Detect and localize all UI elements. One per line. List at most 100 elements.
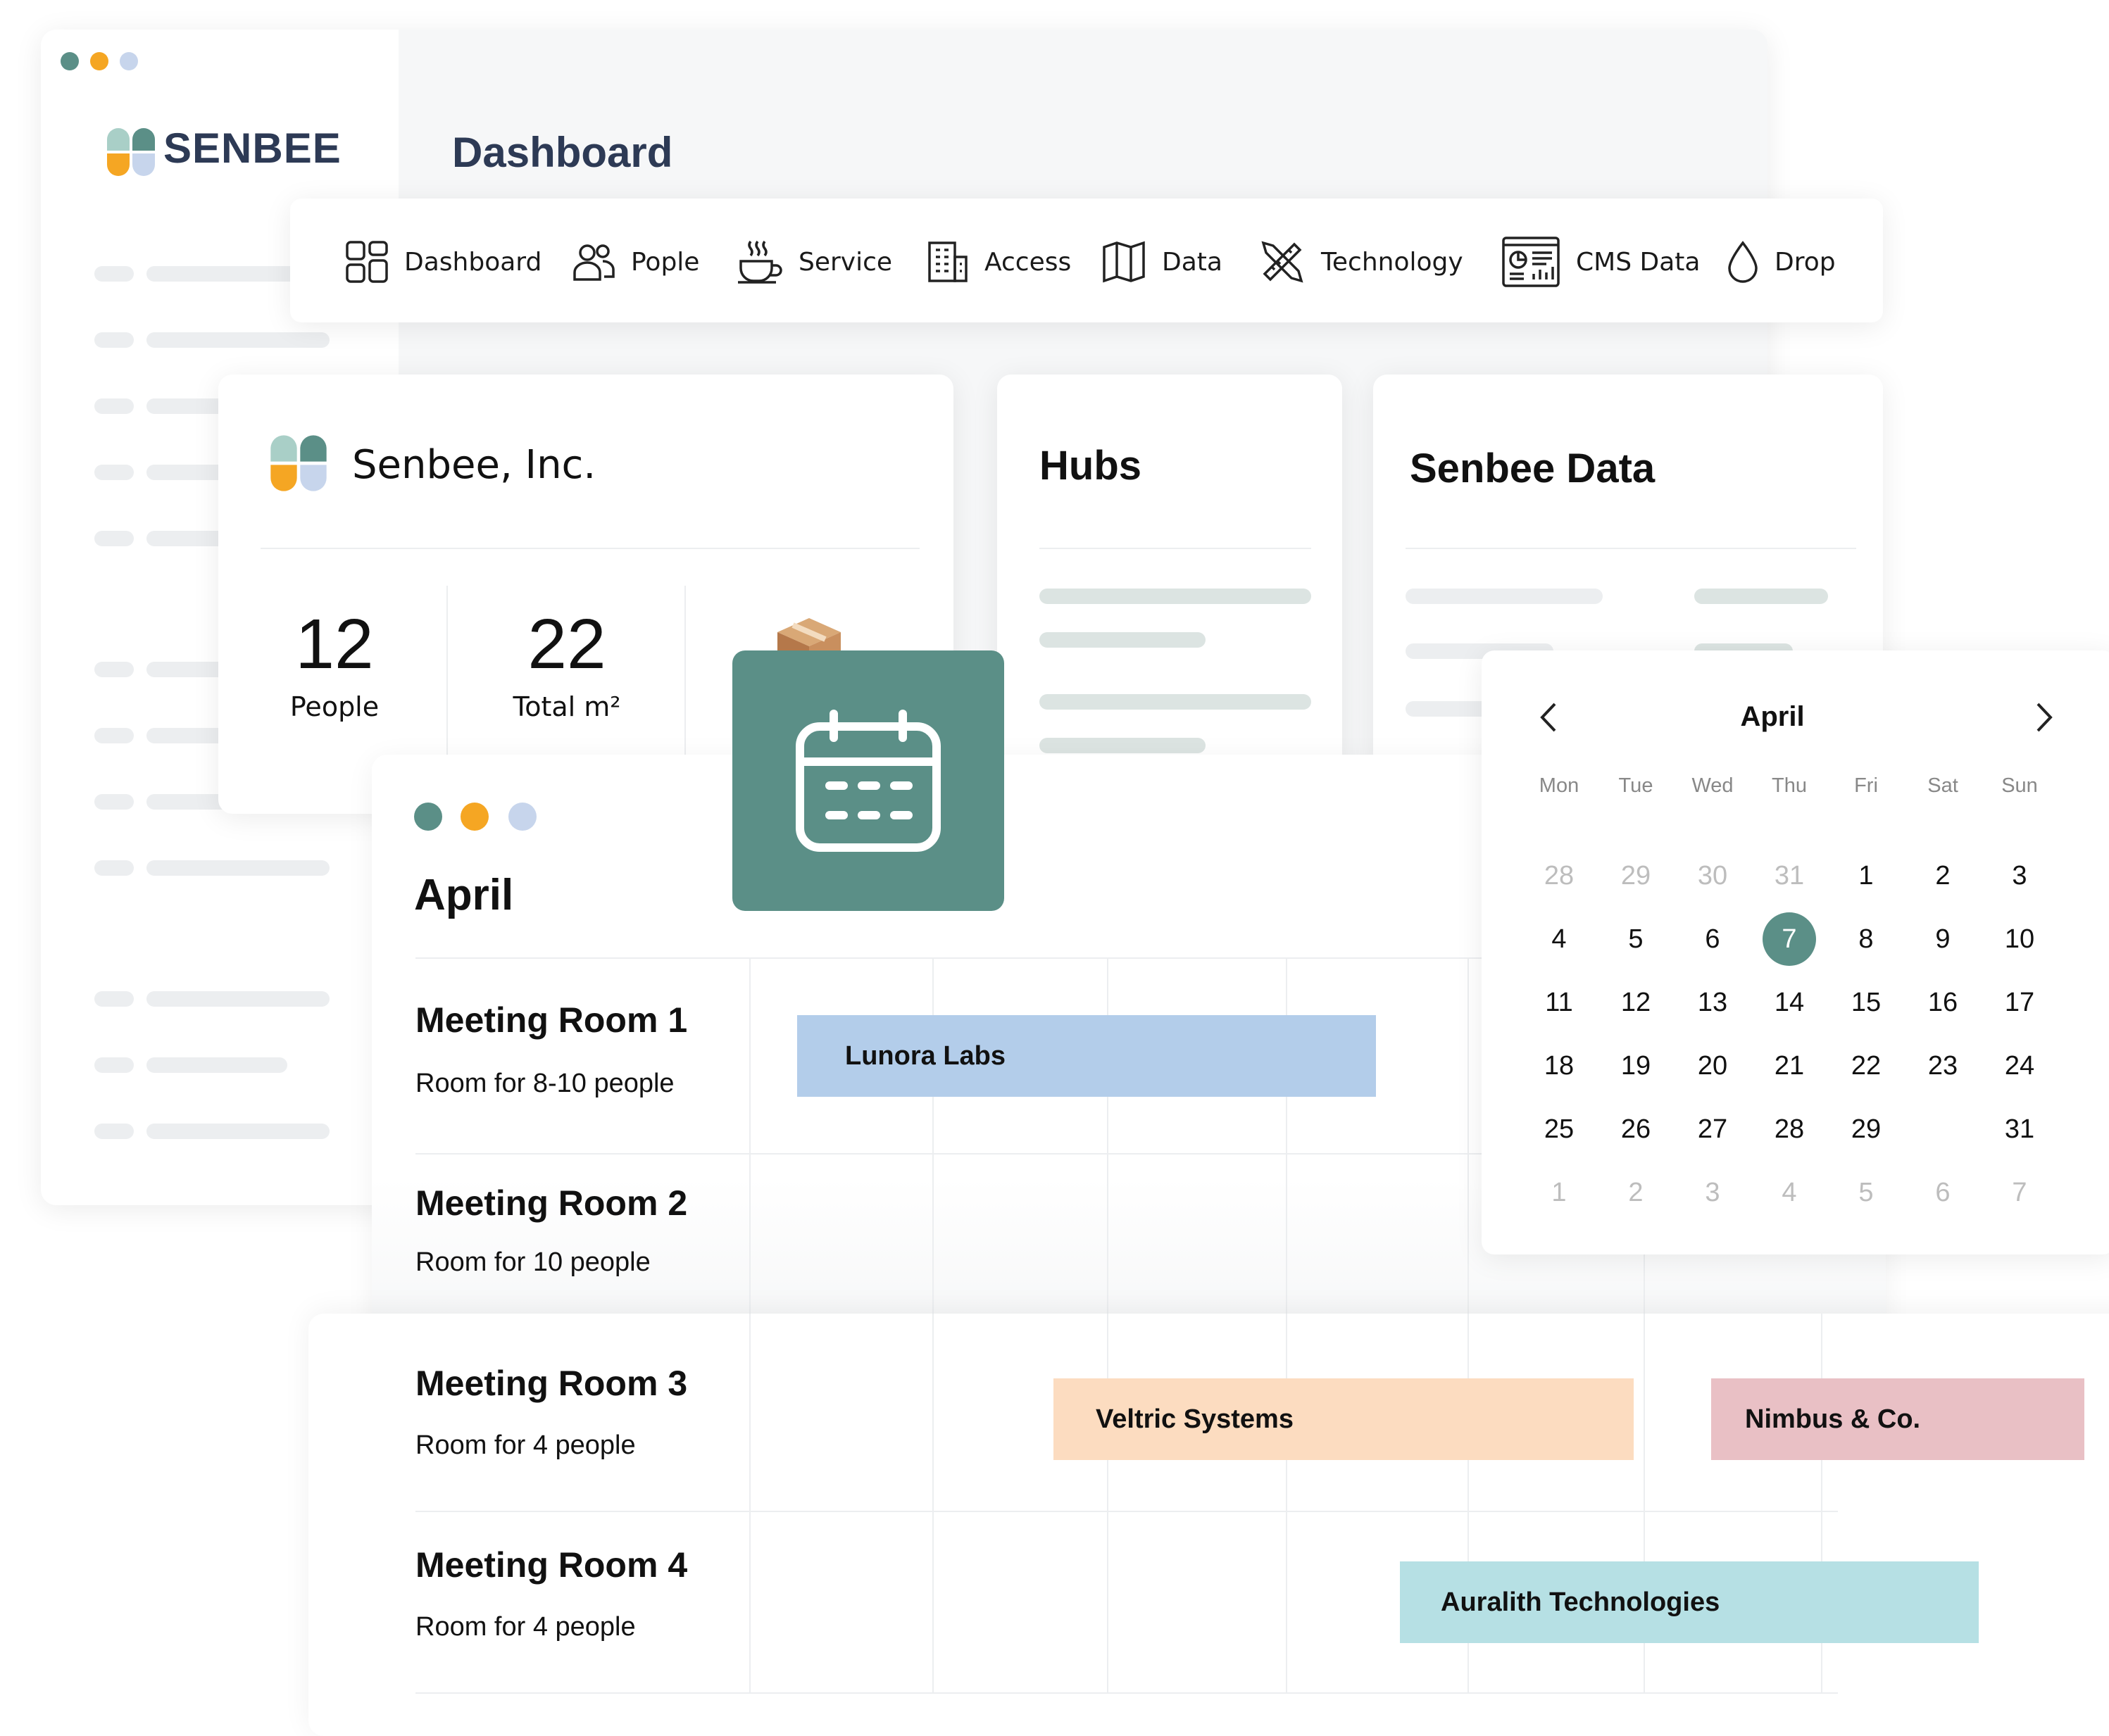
calendar-day[interactable]: 5 [1827, 1166, 1905, 1219]
booking-veltric-systems[interactable]: Veltric Systems [1053, 1378, 1634, 1460]
window-dot-orange[interactable] [90, 52, 108, 70]
nav-item-label: Technology [1321, 247, 1463, 277]
calendar-day[interactable]: 6 [1674, 913, 1751, 965]
calendar-day[interactable]: 29 [1597, 850, 1675, 902]
calendar-day[interactable]: 3 [1674, 1166, 1751, 1219]
nav-item-label: CMS Data [1576, 247, 1701, 277]
page-title: Dashboard [452, 129, 673, 176]
room-name[interactable]: Meeting Room 1 [415, 1000, 687, 1040]
calendar-day-selected[interactable]: 7 [1751, 912, 1828, 966]
grid-line [749, 959, 751, 1360]
data-skeleton [1694, 589, 1828, 604]
room-name[interactable]: Meeting Room 2 [415, 1183, 687, 1224]
calendar-day[interactable]: 30 [1674, 850, 1751, 902]
calendar-day[interactable]: 25 [1520, 1103, 1598, 1155]
nav-item-label: Data [1162, 247, 1222, 277]
room-name[interactable]: Meeting Room 3 [415, 1363, 687, 1404]
nav-item-access[interactable]: Access [927, 199, 1071, 325]
room-desc: Room for 4 people [415, 1612, 636, 1642]
grid-line [749, 1314, 751, 1694]
people-icon [573, 244, 615, 281]
calendar-day[interactable]: 27 [1674, 1103, 1751, 1155]
nav-item-label: Drop [1775, 247, 1836, 277]
grid-line [932, 1314, 934, 1694]
nav-item-cms-data[interactable]: CMS Data [1501, 199, 1700, 325]
calendar-day[interactable]: 2 [1904, 850, 1982, 902]
calendar-day[interactable]: 3 [1981, 850, 2058, 902]
calendar-day[interactable]: 26 [1597, 1103, 1675, 1155]
calendar-day[interactable]: 10 [1981, 913, 2058, 965]
nav-item-label: Access [984, 247, 1072, 277]
window-dot-lavender[interactable] [508, 803, 537, 831]
weekday-label: Sat [1927, 774, 1958, 797]
calendar-day[interactable]: 14 [1751, 976, 1828, 1029]
calendar-day[interactable]: 13 [1674, 976, 1751, 1029]
window-dot-lavender[interactable] [120, 52, 138, 70]
calendar-day[interactable]: 23 [1904, 1040, 1982, 1092]
stat-label: People [289, 691, 380, 722]
calendar-day[interactable]: 17 [1981, 976, 2058, 1029]
calendar-day[interactable]: 28 [1520, 850, 1598, 902]
calendar-day[interactable]: 21 [1751, 1040, 1828, 1092]
window-dot-orange[interactable] [461, 803, 489, 831]
calendar-day[interactable]: 4 [1520, 913, 1598, 965]
calendar-day[interactable]: 12 [1597, 976, 1675, 1029]
senbee-data-title: Senbee Data [1410, 446, 1656, 491]
calendar-day[interactable]: 1 [1520, 1166, 1598, 1219]
building-icon [928, 241, 968, 282]
calendar-day[interactable]: 2 [1597, 1166, 1675, 1219]
weekday-label: Wed [1691, 774, 1734, 797]
nav-item-data[interactable]: Data [1101, 199, 1222, 325]
calendar-day[interactable]: 16 [1904, 976, 1982, 1029]
calendar-day[interactable] [1904, 1103, 1982, 1155]
calendar-day[interactable]: 6 [1904, 1166, 1982, 1219]
calendar-day[interactable]: 5 [1597, 913, 1675, 965]
calendar-day[interactable]: 8 [1827, 913, 1905, 965]
calendar-day[interactable]: 18 [1520, 1040, 1598, 1092]
calendar-day[interactable]: 20 [1674, 1040, 1751, 1092]
booking-nimbus-co[interactable]: Nimbus & Co. [1711, 1378, 2084, 1460]
window-dot-green[interactable] [414, 803, 442, 831]
calendar-day[interactable]: 28 [1751, 1103, 1828, 1155]
map-icon [1103, 241, 1145, 283]
calendar-day[interactable]: 22 [1827, 1040, 1905, 1092]
stat-label: Total m² [513, 691, 621, 722]
calendar-day[interactable]: 31 [1751, 850, 1828, 902]
calendar-day[interactable]: 29 [1827, 1103, 1905, 1155]
hubs-card: Hubs [997, 375, 1342, 769]
calendar-day[interactable]: 19 [1597, 1040, 1675, 1092]
calendar-day[interactable]: 11 [1520, 976, 1598, 1029]
nav-item-service[interactable]: Service [737, 199, 892, 325]
divider [1406, 548, 1856, 549]
room-desc: Room for 4 people [415, 1430, 636, 1460]
nav-item-technology[interactable]: Technology [1259, 199, 1463, 325]
calendar-day[interactable]: 9 [1904, 913, 1982, 965]
calendar-day[interactable]: 4 [1751, 1166, 1828, 1219]
divider [415, 1692, 1838, 1694]
booking-auralith-technologies[interactable]: Auralith Technologies [1400, 1561, 1979, 1643]
booking-lunora-labs[interactable]: Lunora Labs [797, 1015, 1376, 1097]
calendar-day[interactable]: 31 [1981, 1103, 2058, 1155]
hubs-skeleton [1039, 738, 1206, 753]
nav-item-drop[interactable]: Drop [1727, 199, 1836, 325]
calendar-day[interactable]: 7 [1981, 1166, 2058, 1219]
senbee-logo-icon [270, 435, 327, 491]
calendar-badge[interactable] [732, 650, 1004, 911]
senbee-logo-icon [107, 128, 155, 176]
nav-bar: Dashboard Pople Service Access Data Tech… [290, 199, 1883, 322]
nav-item-label: Dashboard [404, 247, 542, 277]
data-skeleton [1406, 589, 1603, 604]
window-dot-green[interactable] [61, 52, 79, 70]
calendar-day[interactable]: 24 [1981, 1040, 2058, 1092]
nav-item-people[interactable]: Pople [572, 199, 699, 325]
calendar-day[interactable]: 15 [1827, 976, 1905, 1029]
weekday-label: Thu [1772, 774, 1807, 797]
nav-item-dashboard[interactable]: Dashboard [345, 199, 542, 325]
stat-area: 22 Total m² [479, 605, 655, 722]
calendar-day[interactable]: 1 [1827, 850, 1905, 902]
room-name[interactable]: Meeting Room 4 [415, 1545, 687, 1585]
room-desc: Room for 8-10 people [415, 1069, 675, 1098]
schedule-panel-lower: Meeting Room 3 Room for 4 people Meeting… [308, 1314, 2109, 1736]
grid-line [1107, 1314, 1108, 1694]
chevron-right-icon[interactable] [2034, 701, 2055, 734]
